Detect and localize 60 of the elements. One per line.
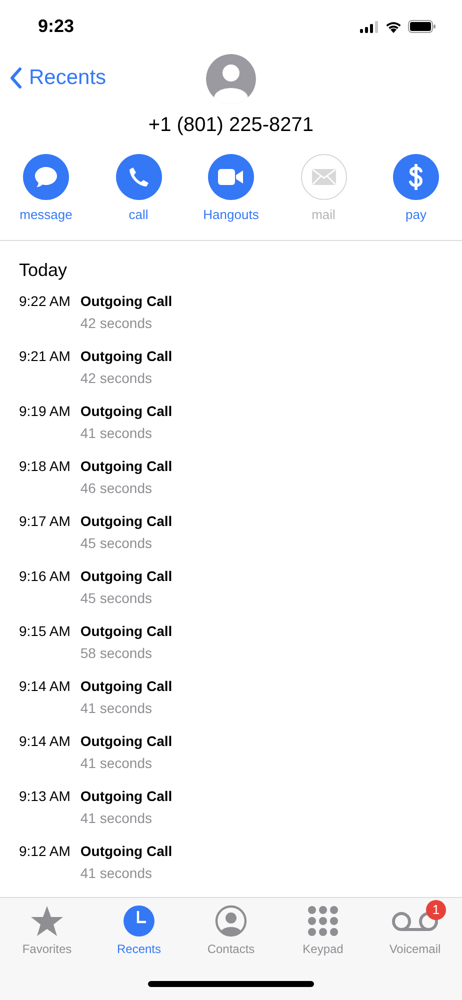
call-time: 9:18 AM [19,456,70,476]
call-duration: 46 seconds [80,480,153,496]
action-button[interactable]: pay [376,154,456,224]
status-time: 9:23 [38,16,74,38]
star-icon [30,904,64,937]
envelope-icon [312,169,336,186]
phone-icon [128,166,150,188]
call-duration: 41 seconds [80,424,153,441]
call-type: Outgoing Call [80,456,172,476]
call-type: Outgoing Call [80,842,172,861]
call-duration: 58 seconds [80,644,153,661]
signal-icon [360,20,379,33]
battery-icon [408,20,436,34]
call-type: Outgoing Call [80,786,172,806]
call-type: Outgoing Call [80,292,172,311]
section-title: Today [19,260,68,282]
video-camera-icon [218,169,244,186]
tab-item[interactable]: Recents [94,904,184,956]
call-type: Outgoing Call [80,566,172,586]
call-time: 9:13 AM [19,786,70,806]
speech-bubble-icon [34,166,58,188]
phone-number: +1 (801) 225-8271 [147,114,315,138]
call-time: 9:19 AM [19,402,70,421]
action-button[interactable]: message [6,154,86,224]
call-duration: 41 seconds [80,864,153,881]
call-duration: 41 seconds [80,700,153,716]
tab-item[interactable]: Favorites [2,904,92,956]
tab-item[interactable]: Contacts [186,904,276,956]
call-time: 9:22 AM [19,292,70,311]
tab-item[interactable]: Keypad [278,904,368,956]
person-circle-icon [215,904,247,937]
call-time: 9:14 AM [19,676,70,696]
call-time: 9:17 AM [19,512,70,531]
call-duration: 41 seconds [80,810,153,826]
clock-icon [123,904,155,937]
call-type: Outgoing Call [80,622,172,641]
call-type: Outgoing Call [80,732,172,751]
call-type: Outgoing Call [80,676,172,696]
call-time: 9:21 AM [19,346,70,366]
call-time: 9:16 AM [19,566,70,586]
call-duration: 45 seconds [80,534,153,551]
avatar-icon [206,54,256,104]
chevron-icon [10,66,22,89]
call-type: Outgoing Call [80,512,172,531]
call-type: Outgoing Call [80,402,172,421]
notification-badge: 1 [426,900,446,920]
keypad-icon [307,904,339,937]
dollar-icon [408,164,424,190]
call-time: 9:14 AM [19,732,70,751]
call-time: 9:15 AM [19,622,70,641]
back-link[interactable]: Recents [10,66,106,90]
call-duration: 42 seconds [80,370,153,386]
action-button[interactable]: Hangouts [191,154,271,224]
call-type: Outgoing Call [80,346,172,366]
call-duration: 42 seconds [80,314,153,331]
wifi-icon [385,20,402,34]
call-time: 9:12 AM [19,842,70,861]
action-button[interactable]: call [98,154,178,224]
call-duration: 41 seconds [80,754,153,771]
call-duration: 45 seconds [80,590,153,606]
